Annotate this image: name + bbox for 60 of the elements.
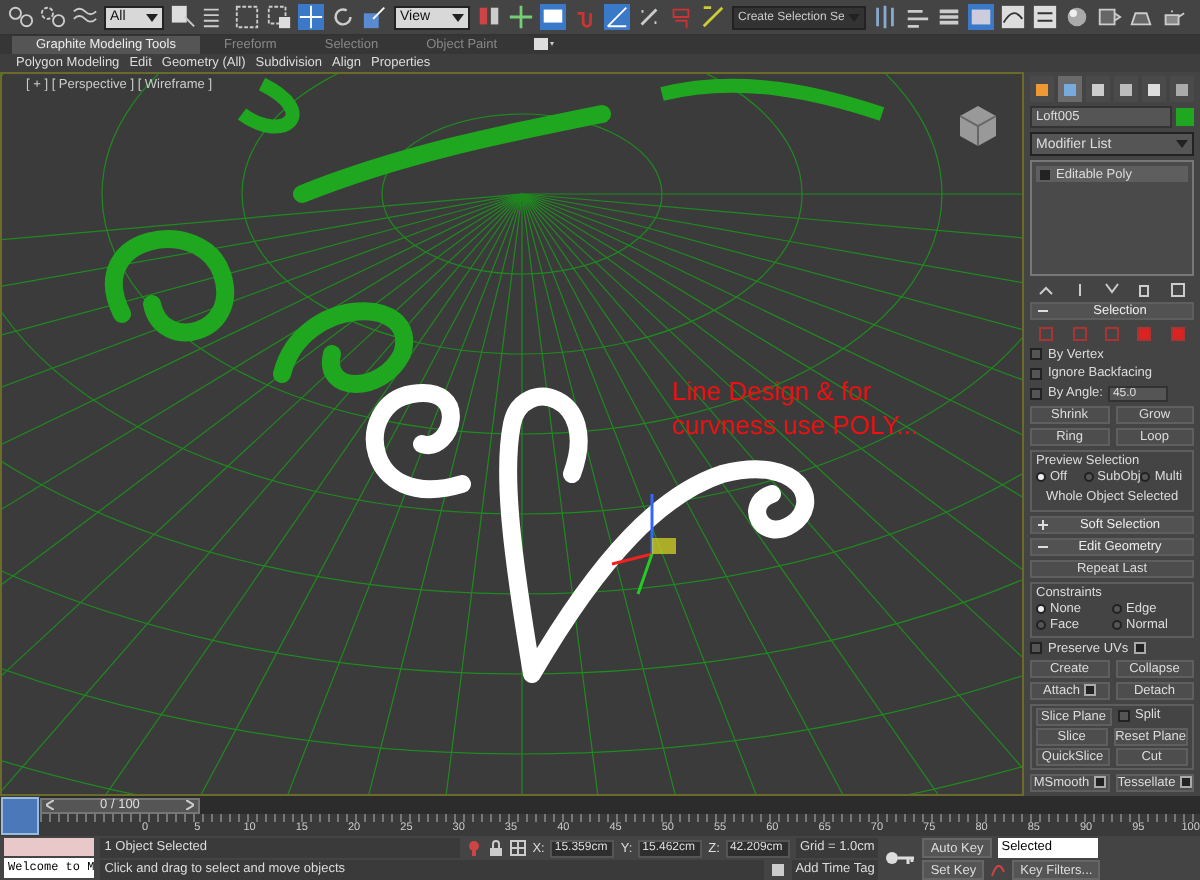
- time-configuration-icon[interactable]: [0, 796, 40, 836]
- minus-icon: [1038, 541, 1048, 552]
- checkbox[interactable]: [1117, 709, 1129, 722]
- checkbox[interactable]: [1030, 367, 1042, 380]
- next-icon[interactable]: [185, 800, 194, 810]
- plus-icon: [1038, 519, 1048, 530]
- radio-button[interactable]: [1036, 472, 1046, 483]
- radio-button[interactable]: [1036, 604, 1046, 615]
- checkbox[interactable]: [1030, 348, 1042, 361]
- move-icon[interactable]: [298, 4, 324, 30]
- material-editor-icon[interactable]: [1064, 4, 1091, 30]
- curve-editor-icon[interactable]: [1000, 4, 1027, 30]
- render-setup-icon[interactable]: [1096, 4, 1123, 30]
- unlink-icon[interactable]: [40, 4, 66, 30]
- rotate-icon[interactable]: [330, 4, 356, 30]
- caret-icon: [452, 13, 464, 21]
- maxscript-listener-field[interactable]: [4, 838, 95, 856]
- marquee-icon[interactable]: [234, 4, 260, 30]
- angle-snap-icon[interactable]: [604, 4, 630, 30]
- mirror-icon[interactable]: [872, 4, 899, 30]
- panel-tab[interactable]: [1170, 76, 1194, 102]
- cursor-icon[interactable]: [170, 4, 196, 30]
- panel-tab[interactable]: [1086, 76, 1110, 102]
- align-icon[interactable]: [904, 4, 931, 30]
- key-icon[interactable]: [884, 850, 917, 866]
- radio-button[interactable]: [1036, 620, 1046, 631]
- pivot-icon[interactable]: [476, 4, 502, 30]
- settings-icon[interactable]: [1093, 776, 1106, 789]
- panel-tab[interactable]: [1142, 76, 1166, 102]
- viewport-icon[interactable]: [540, 4, 566, 30]
- caret-icon: [1176, 140, 1188, 149]
- checkbox[interactable]: [1030, 387, 1042, 400]
- link-icon[interactable]: [8, 4, 34, 30]
- minus-icon: [1038, 306, 1048, 317]
- checkbox[interactable]: [1030, 642, 1042, 655]
- settings-icon[interactable]: [1179, 776, 1192, 789]
- scene-explorer-icon[interactable]: [968, 4, 995, 30]
- view-cube-icon[interactable]: [954, 102, 1002, 150]
- absolute-mode-icon[interactable]: [510, 840, 527, 856]
- lock-icon[interactable]: [488, 840, 505, 856]
- object-color-swatch[interactable]: [1176, 108, 1194, 127]
- schematic-icon[interactable]: [1032, 4, 1059, 30]
- window-select-icon[interactable]: [266, 4, 292, 30]
- radio-button[interactable]: [1112, 604, 1122, 615]
- scale-icon[interactable]: [362, 4, 388, 30]
- radio-button[interactable]: [1083, 472, 1094, 483]
- toggle-icon[interactable]: [533, 38, 554, 50]
- caret-icon: [146, 13, 158, 21]
- settings-icon[interactable]: [1134, 642, 1147, 655]
- toggle-icon[interactable]: [1040, 169, 1050, 180]
- time-tag-icon[interactable]: [769, 862, 786, 878]
- settings-icon[interactable]: [1083, 684, 1096, 697]
- radio-button[interactable]: [1112, 620, 1122, 631]
- annotation-text: Line Design & for curvness use POLY...: [672, 374, 921, 442]
- layers-icon[interactable]: [936, 4, 963, 30]
- percent-snap-icon[interactable]: [636, 4, 662, 30]
- previous-icon[interactable]: [46, 800, 54, 810]
- panel-tab[interactable]: [1030, 76, 1054, 102]
- panel-tab[interactable]: [1114, 76, 1138, 102]
- radio-button[interactable]: [1140, 472, 1151, 483]
